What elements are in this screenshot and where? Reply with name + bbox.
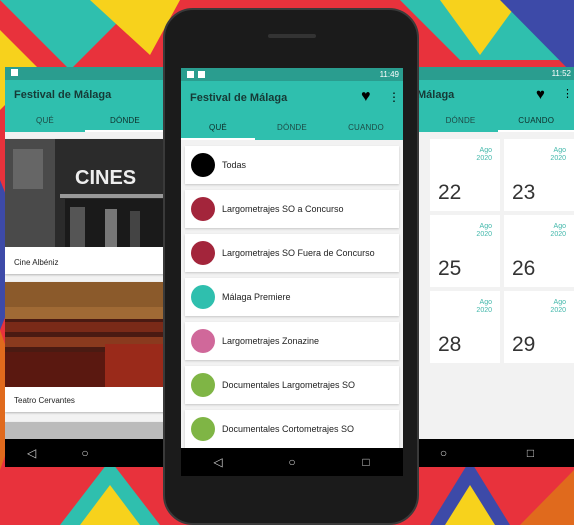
center-phone: 11:49 Festival de Málaga ♥ ⋮ QUÉ DÓNDE C… bbox=[163, 8, 419, 525]
tab-cuando[interactable]: CUANDO bbox=[498, 110, 574, 132]
notification-icon bbox=[11, 69, 18, 76]
day-month-label: Ago 2020 bbox=[476, 223, 492, 238]
category-item[interactable]: Málaga Premiere bbox=[185, 278, 399, 316]
category-item[interactable]: Todas bbox=[185, 146, 399, 184]
day-month-label: Ago 2020 bbox=[476, 299, 492, 314]
day-month-label: Ago 2020 bbox=[476, 147, 492, 162]
calendar-day-cell[interactable]: Ago 2020 26 bbox=[504, 215, 574, 287]
calendar-day-cell[interactable]: Ago 2020 28 bbox=[430, 291, 500, 363]
tab-que[interactable]: QUÉ bbox=[5, 110, 85, 132]
nav-bar: ◁ ○ □ bbox=[5, 439, 165, 467]
category-label: Málaga Premiere bbox=[222, 292, 291, 302]
app-title: Festival de Málaga bbox=[14, 89, 112, 101]
day-number: 29 bbox=[512, 333, 536, 356]
category-color-dot bbox=[191, 153, 215, 177]
category-color-dot bbox=[191, 197, 215, 221]
nav-home-icon[interactable]: ○ bbox=[75, 446, 95, 460]
tab-donde[interactable]: DÓNDE bbox=[255, 115, 329, 140]
category-label: Documentales Largometrajes SO bbox=[222, 380, 356, 390]
cinema-sign: CINES bbox=[75, 167, 136, 189]
status-bar bbox=[5, 67, 165, 80]
left-screen: Festival de Málaga QUÉ DÓNDE CINES Cine … bbox=[5, 67, 165, 467]
tab-cuando[interactable]: CUANDO bbox=[329, 115, 403, 140]
app-bar: Festival de Málaga bbox=[5, 80, 165, 110]
category-color-dot bbox=[191, 241, 215, 265]
venue-card-teatro-cervantes[interactable]: Teatro Cervantes bbox=[5, 282, 165, 412]
category-color-dot bbox=[191, 417, 215, 441]
tab-donde[interactable]: DÓNDE bbox=[423, 110, 499, 132]
app-bar: Festival de Málaga ♥ ⋮ bbox=[181, 81, 403, 115]
heart-icon[interactable]: ♥ bbox=[361, 88, 371, 106]
venue-photo: CINES bbox=[5, 139, 165, 247]
nav-bar: ◁ ○ □ bbox=[181, 448, 403, 476]
venue-label: Cine Albéniz bbox=[14, 258, 59, 267]
calendar-day-cell[interactable]: Ago 2020 23 bbox=[504, 139, 574, 211]
category-color-dot bbox=[191, 329, 215, 353]
nav-recents-icon[interactable]: □ bbox=[521, 446, 541, 460]
photo-icon bbox=[198, 71, 205, 78]
day-month-label: Ago 2020 bbox=[550, 223, 566, 238]
category-label: Todas bbox=[222, 160, 247, 170]
notification-icon bbox=[187, 71, 194, 78]
nav-bar: ○ □ bbox=[400, 439, 574, 467]
speaker-grille bbox=[268, 34, 316, 38]
day-number: 22 bbox=[438, 181, 462, 204]
venue-label: Teatro Cervantes bbox=[14, 396, 75, 405]
category-item[interactable]: Largometrajes Zonazine bbox=[185, 322, 399, 360]
more-vert-icon[interactable]: ⋮ bbox=[388, 90, 400, 104]
day-number: 26 bbox=[512, 257, 536, 280]
status-time: 11:49 bbox=[379, 70, 399, 79]
status-bar: 11:49 bbox=[181, 68, 403, 81]
heart-icon[interactable]: ♥ bbox=[536, 86, 545, 103]
day-number: 25 bbox=[438, 257, 462, 280]
status-time: 11:52 bbox=[551, 69, 571, 78]
category-label: Largometrajes SO Fuera de Concurso bbox=[222, 248, 375, 258]
day-month-label: Ago 2020 bbox=[550, 147, 566, 162]
tab-bar: QUÉ DÓNDE bbox=[5, 110, 165, 132]
calendar-day-cell[interactable]: Ago 2020 25 bbox=[430, 215, 500, 287]
category-list: Todas Largometrajes SO a Concurso Largomet… bbox=[181, 140, 403, 448]
day-number: 23 bbox=[512, 181, 536, 204]
category-color-dot bbox=[191, 373, 215, 397]
app-bar: Málaga ♥ ⋮ bbox=[400, 80, 574, 110]
tab-que[interactable]: QUÉ bbox=[181, 115, 255, 140]
venue-photo bbox=[5, 282, 165, 387]
center-screen: 11:49 Festival de Málaga ♥ ⋮ QUÉ DÓNDE C… bbox=[181, 68, 403, 476]
category-item[interactable]: Documentales Largometrajes SO bbox=[185, 366, 399, 404]
category-item[interactable]: Documentales Cortometrajes SO bbox=[185, 410, 399, 448]
category-color-dot bbox=[191, 285, 215, 309]
more-vert-icon[interactable]: ⋮ bbox=[562, 87, 573, 100]
calendar-day-cell[interactable]: Ago 2020 22 bbox=[430, 139, 500, 211]
nav-recents-icon[interactable]: □ bbox=[356, 455, 376, 469]
tab-donde[interactable]: DÓNDE bbox=[85, 110, 165, 132]
venue-card-cine-albeniz[interactable]: CINES Cine Albéniz bbox=[5, 139, 165, 274]
app-title-partial: Málaga bbox=[417, 89, 455, 101]
status-bar: 11:52 bbox=[400, 67, 574, 80]
category-item[interactable]: Largometrajes SO Fuera de Concurso bbox=[185, 234, 399, 272]
category-label: Documentales Cortometrajes SO bbox=[222, 424, 355, 434]
category-item[interactable]: Largometrajes SO a Concurso bbox=[185, 190, 399, 228]
right-phone: 11:52 Málaga ♥ ⋮ DÓNDE CUANDO Ago 2020 22… bbox=[400, 67, 574, 467]
day-month-label: Ago 2020 bbox=[550, 299, 566, 314]
nav-back-icon[interactable]: ◁ bbox=[22, 446, 42, 460]
left-phone: Festival de Málaga QUÉ DÓNDE CINES Cine … bbox=[5, 67, 165, 467]
calendar-day-cell[interactable]: Ago 2020 29 bbox=[504, 291, 574, 363]
nav-home-icon[interactable]: ○ bbox=[282, 455, 302, 469]
nav-back-icon[interactable]: ◁ bbox=[208, 455, 228, 469]
category-label: Largometrajes SO a Concurso bbox=[222, 204, 344, 214]
tab-bar: DÓNDE CUANDO bbox=[400, 110, 574, 132]
app-title: Festival de Málaga bbox=[190, 92, 288, 104]
day-number: 28 bbox=[438, 333, 462, 356]
nav-home-icon[interactable]: ○ bbox=[434, 446, 454, 460]
category-label: Largometrajes Zonazine bbox=[222, 336, 320, 346]
tab-bar: QUÉ DÓNDE CUANDO bbox=[181, 115, 403, 140]
right-screen: 11:52 Málaga ♥ ⋮ DÓNDE CUANDO Ago 2020 22… bbox=[400, 67, 574, 467]
